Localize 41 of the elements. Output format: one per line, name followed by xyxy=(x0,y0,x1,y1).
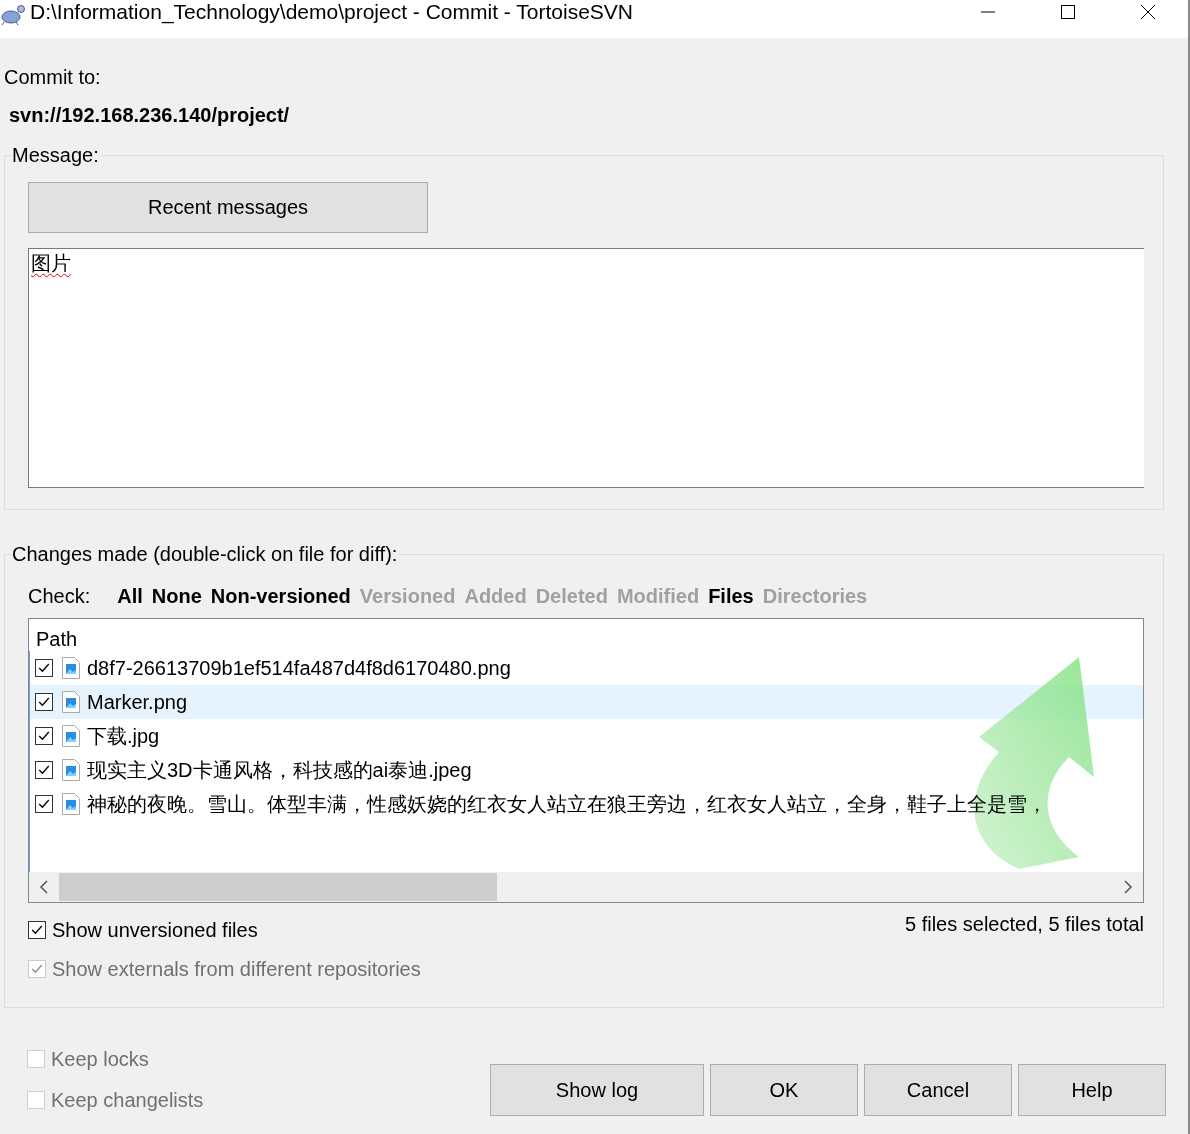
filter-link[interactable]: Non-versioned xyxy=(210,584,351,608)
scroll-thumb[interactable] xyxy=(59,873,497,901)
filter-link[interactable]: None xyxy=(151,584,202,608)
image-file-icon xyxy=(61,758,81,782)
checkbox[interactable] xyxy=(28,921,46,939)
window-title: D:\Information_Technology\demo\project - Commit - TortoiseSVN xyxy=(30,0,634,24)
checkbox-label: Keep locks xyxy=(51,1047,149,1071)
repository-url: svn://192.168.236.140/project/ xyxy=(9,104,291,128)
check-label: Check: xyxy=(28,584,91,608)
filter-link[interactable]: All xyxy=(117,584,143,608)
file-path: d8f7-26613709b1ef514fa487d4f8d6170480.png xyxy=(87,656,511,680)
file-path: Marker.png xyxy=(87,690,188,714)
checkbox-label: Show externals from different repositories xyxy=(52,957,421,981)
checkbox[interactable] xyxy=(35,795,53,813)
checkbox[interactable] xyxy=(35,761,53,779)
turtle-icon xyxy=(0,3,26,25)
checkbox[interactable] xyxy=(35,693,53,711)
commit-to-label: Commit to: xyxy=(4,66,102,90)
column-header[interactable]: Path xyxy=(29,619,1143,649)
file-path: 下载.jpg xyxy=(87,723,160,749)
dialog-button[interactable]: Help xyxy=(1018,1064,1166,1116)
changes-label: Changes made (double-click on file for diff): xyxy=(12,543,400,567)
file-path: 现实主义3D卡通风格，科技感的ai泰迪.jpeg xyxy=(87,757,472,783)
file-path: 神秘的夜晚。雪山。体型丰满，性感妖娆的红衣女人站立在狼王旁边，红衣女人站立，全身，鞋子上全是雪， xyxy=(87,791,1047,817)
dialog-button[interactable]: Show log xyxy=(490,1064,704,1116)
image-file-icon xyxy=(61,656,81,680)
image-file-icon xyxy=(61,792,81,816)
message-field[interactable]: 图片 xyxy=(28,248,1144,488)
checkbox-label: Show unversioned files xyxy=(52,918,258,942)
checkbox-label: Keep changelists xyxy=(51,1088,204,1112)
selected-row[interactable]: Marker.png xyxy=(30,685,1143,719)
recent-messages-button[interactable]: Recent messages xyxy=(28,182,428,233)
checkbox[interactable] xyxy=(35,659,53,677)
horizontal-scrollbar[interactable] xyxy=(29,872,1143,902)
dialog-button[interactable]: Cancel xyxy=(864,1064,1012,1116)
filter-link[interactable]: Files xyxy=(708,584,754,608)
file-count-summary: 5 files selected, 5 files total xyxy=(905,913,1144,937)
checkbox[interactable] xyxy=(35,727,53,745)
image-file-icon xyxy=(61,724,81,748)
image-file-icon xyxy=(61,690,81,714)
dialog-button[interactable]: OK xyxy=(710,1064,858,1116)
